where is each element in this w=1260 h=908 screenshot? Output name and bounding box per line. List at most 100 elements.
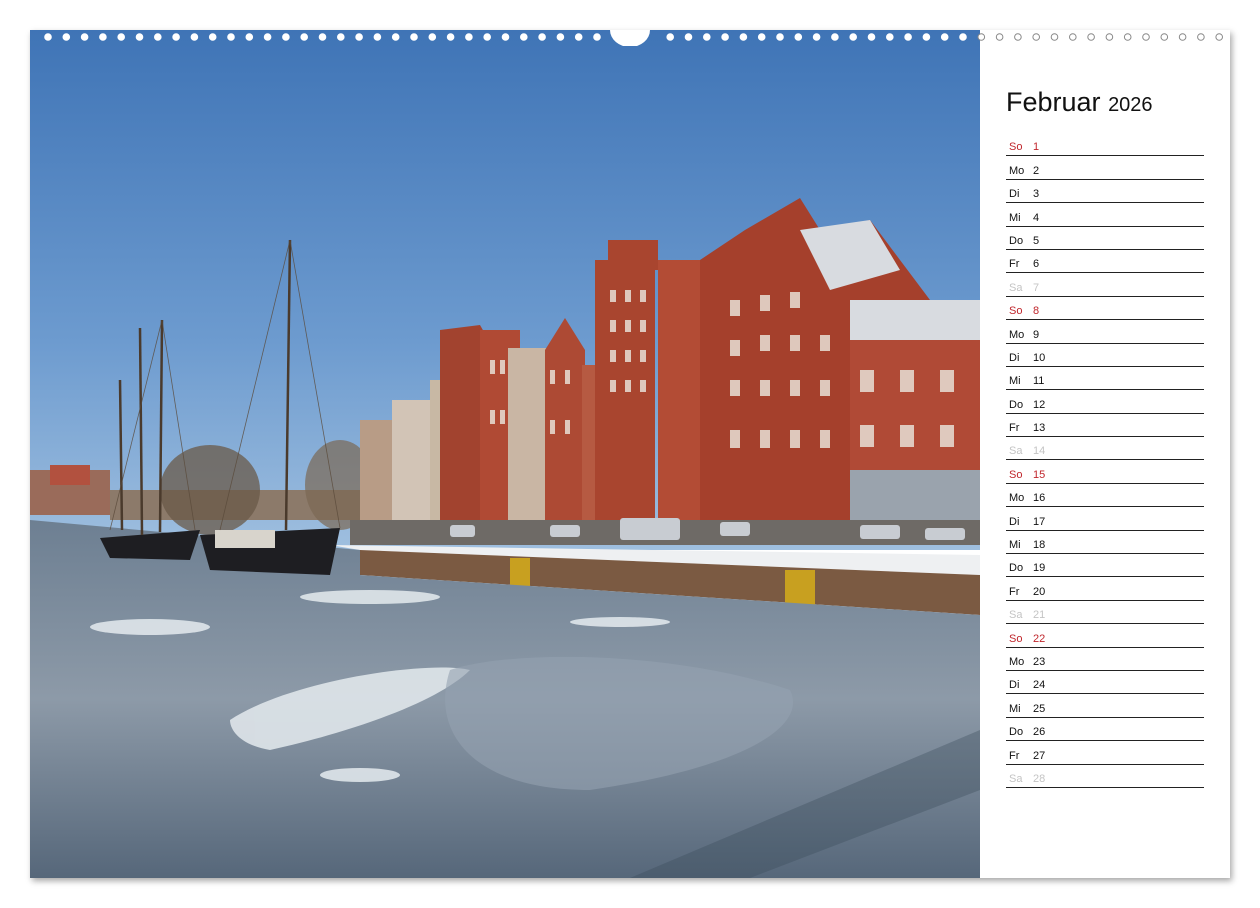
binding-hole bbox=[867, 33, 876, 41]
weekday-label: Mi bbox=[1009, 539, 1021, 552]
day-number: 2 bbox=[1033, 164, 1040, 177]
day-number: 22 bbox=[1033, 632, 1046, 645]
weekday-label: So bbox=[1009, 468, 1023, 481]
binding-hole bbox=[227, 33, 235, 41]
day-row: Do 5 bbox=[1006, 227, 1204, 250]
binding-hole bbox=[1032, 33, 1041, 41]
weekday-label: Mi bbox=[1009, 702, 1021, 715]
day-row: Mo 23 bbox=[1006, 648, 1204, 671]
binding-hole bbox=[337, 33, 345, 41]
binding-hole bbox=[812, 33, 821, 41]
binding-hole bbox=[446, 33, 455, 41]
day-number: 9 bbox=[1033, 328, 1040, 341]
binding-hole bbox=[391, 33, 400, 41]
day-row: Mi 11 bbox=[1006, 367, 1204, 391]
weekday-label: Di bbox=[1009, 515, 1020, 528]
day-number: 26 bbox=[1033, 726, 1046, 739]
weekday-label: Di bbox=[1009, 679, 1020, 692]
month-title: Februar 2026 bbox=[1006, 86, 1204, 121]
day-number: 1 bbox=[1033, 141, 1040, 154]
day-row: So 22 bbox=[1006, 624, 1204, 648]
binding-hole bbox=[757, 33, 766, 41]
weekday-label: So bbox=[1009, 141, 1023, 154]
weekday-label: Do bbox=[1009, 726, 1024, 739]
day-number: 7 bbox=[1033, 281, 1040, 294]
day-number: 23 bbox=[1033, 655, 1046, 668]
day-number: 19 bbox=[1033, 562, 1046, 575]
day-row: So 8 bbox=[1006, 297, 1204, 321]
binding-hole bbox=[355, 33, 363, 41]
binding-hole bbox=[373, 33, 382, 41]
binding-hole bbox=[245, 33, 254, 41]
weekday-label: Di bbox=[1009, 188, 1020, 201]
binding-hole bbox=[135, 33, 144, 41]
day-number: 17 bbox=[1033, 515, 1046, 528]
binding-hole bbox=[428, 33, 437, 41]
day-number: 4 bbox=[1033, 211, 1040, 224]
binding-hole bbox=[776, 33, 784, 41]
year-label: 2026 bbox=[1108, 94, 1153, 116]
day-row: Fr 27 bbox=[1006, 741, 1204, 765]
binding-hole bbox=[703, 33, 711, 41]
binding-hole bbox=[574, 33, 583, 41]
day-row: Fr 6 bbox=[1006, 250, 1204, 274]
day-row: Mo 2 bbox=[1006, 156, 1204, 180]
day-number: 10 bbox=[1033, 351, 1046, 364]
binding-hole bbox=[410, 33, 418, 41]
day-row: Do 26 bbox=[1006, 718, 1204, 742]
binding-hole bbox=[190, 33, 199, 41]
day-row: Mo 16 bbox=[1006, 484, 1204, 508]
day-number: 14 bbox=[1033, 445, 1046, 458]
binding-hole bbox=[1050, 33, 1059, 41]
day-row: Sa 28 bbox=[1006, 765, 1204, 788]
day-row: Mi 18 bbox=[1006, 531, 1204, 555]
day-number: 16 bbox=[1033, 492, 1046, 505]
weekday-label: Mo bbox=[1009, 328, 1025, 341]
binding-hole bbox=[1197, 33, 1205, 41]
binding-hole bbox=[739, 33, 748, 41]
day-number: 20 bbox=[1033, 585, 1046, 598]
day-row: Sa 21 bbox=[1006, 601, 1204, 625]
weekday-label: So bbox=[1009, 632, 1023, 645]
day-number: 21 bbox=[1033, 609, 1046, 622]
day-row: Sa 14 bbox=[1006, 437, 1204, 461]
binding-hole bbox=[483, 33, 492, 41]
binding-hole bbox=[172, 33, 180, 41]
day-number: 15 bbox=[1033, 468, 1046, 481]
binding-hole bbox=[80, 33, 89, 41]
weekday-label: Fr bbox=[1009, 749, 1020, 762]
binding-hole bbox=[959, 33, 967, 41]
day-row: Mi 4 bbox=[1006, 203, 1204, 227]
binding-hole bbox=[501, 33, 510, 41]
weekday-label: Sa bbox=[1009, 609, 1023, 622]
harbor-photo bbox=[30, 30, 980, 878]
binding-hole bbox=[520, 33, 528, 41]
binding-hole bbox=[593, 33, 601, 41]
weekday-label: Di bbox=[1009, 351, 1020, 364]
day-row: Do 19 bbox=[1006, 554, 1204, 578]
day-row: So 15 bbox=[1006, 460, 1204, 484]
weekday-label: Mo bbox=[1009, 164, 1025, 177]
spiral-binding bbox=[30, 30, 1230, 46]
binding-hole bbox=[44, 33, 52, 41]
binding-hole bbox=[1105, 33, 1114, 41]
day-row: Sa 7 bbox=[1006, 273, 1204, 297]
weekday-label: Mi bbox=[1009, 375, 1021, 388]
day-number: 25 bbox=[1033, 702, 1046, 715]
day-number: 27 bbox=[1033, 749, 1046, 762]
binding-hole bbox=[922, 33, 931, 41]
weekday-label: Sa bbox=[1009, 445, 1023, 458]
binding-hole bbox=[117, 33, 125, 41]
binding-hole bbox=[904, 33, 912, 41]
binding-hole bbox=[556, 33, 565, 41]
binding-hole bbox=[684, 33, 693, 41]
binding-hole bbox=[282, 33, 290, 41]
binding-hole bbox=[300, 33, 309, 41]
binding-hole bbox=[1087, 33, 1095, 41]
binding-hole bbox=[208, 33, 217, 41]
day-number: 18 bbox=[1033, 539, 1046, 552]
weekday-label: Mi bbox=[1009, 211, 1021, 224]
binding-hole bbox=[465, 33, 473, 41]
weekday-label: Fr bbox=[1009, 422, 1020, 435]
binding-hole bbox=[940, 33, 949, 41]
